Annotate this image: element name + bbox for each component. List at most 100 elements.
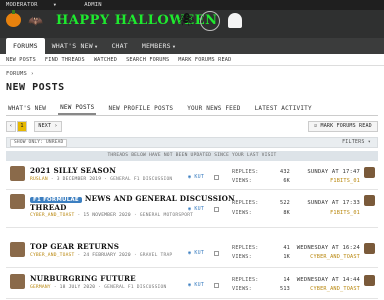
watch-label: KUT [194,206,205,212]
views-label: VIEWS: [232,286,252,292]
subnav-search-forums[interactable]: SEARCH FORUMS [126,57,169,63]
filters-button[interactable]: FILTERS ▾ [342,139,371,145]
watch-icon[interactable]: ◉ KUT [188,250,204,256]
last-post-user[interactable]: F1BITS_01 [330,178,360,184]
subnav-find-threads[interactable]: FIND THREADS [45,57,85,63]
tab-chat-label: CHAT [111,42,128,50]
current-page[interactable]: 1 [17,121,27,132]
thread-title[interactable]: F1 FORMULAE NEWS AND GENERAL DISCUSSION [30,194,235,203]
subnav-new-posts[interactable]: NEW POSTS [6,57,36,63]
views-label: VIEWS: [232,210,252,216]
watch-icon[interactable]: ◉ KUT [188,206,204,212]
ghost-icon [228,13,242,28]
mark-forums-read-button[interactable]: ☑ MARK FORUMS READ [308,121,378,132]
thread-row[interactable]: NURBURGRING FUTURE GERMANY · 18 JULY 202… [6,272,378,299]
select-checkbox[interactable] [214,283,219,288]
tab-latest-activity[interactable]: LATEST ACTIVITY [253,103,314,114]
thread-meta: CYBER_AND_TOAST · 24 FEBRUARY 2020 · GRA… [30,253,173,258]
tab-whats-new[interactable]: WHAT'S NEW ▼ [45,42,105,54]
spider-icon: 🕷 [178,13,195,28]
watch-icon[interactable]: ◉ KUT [188,174,204,180]
thread-date: 3 DECEMBER 2019 [56,177,102,182]
thread-author[interactable]: CYBER_AND_TOAST [30,213,75,218]
thread-title-text[interactable]: NEWS AND GENERAL DISCUSSION [85,194,235,203]
views-count: 1K [283,254,290,260]
tab-forums-label: FORUMS [13,42,38,50]
avatar[interactable] [10,194,25,209]
thread-row[interactable]: TOP GEAR RETURNS CYBER_AND_TOAST · 24 FE… [6,240,378,268]
thread-forum[interactable]: GENERAL MOTORSPORT [140,213,193,218]
filter-chip-unread[interactable]: SHOW ONLY: UNREAD [10,139,68,147]
thread-title[interactable]: NURBURGRING FUTURE [30,274,136,283]
whats-new-tabs: WHAT'S NEW NEW POSTS NEW PROFILE POSTS Y… [6,102,378,116]
tab-new-posts[interactable]: NEW POSTS [58,102,97,115]
next-button[interactable]: NEXT › [34,121,62,132]
pumpkin-icon [6,10,21,27]
thread-forum[interactable]: GENERAL F1 DISCUSSION [104,285,166,290]
select-checkbox[interactable] [214,251,219,256]
admin-link[interactable]: ADMIN [84,2,102,8]
tab-whats-new-label: WHAT'S NEW [51,42,93,50]
last-poster-avatar[interactable] [364,243,375,254]
last-post-date[interactable]: SUNDAY AT 17:33 [307,200,360,206]
moderator-label: MODERATOR [6,2,38,8]
thread-title[interactable]: 2021 SILLY SEASON [30,166,116,175]
views-label: VIEWS: [232,178,252,184]
last-post-date[interactable]: SUNDAY AT 17:47 [307,169,360,175]
thread-author[interactable]: GERMANY [30,285,51,290]
avatar[interactable] [10,274,25,289]
last-post-user[interactable]: CYBER_AND_TOAST [310,286,360,292]
page-jump-button[interactable]: ‹ [6,121,16,132]
last-post-user[interactable]: F1BITS_01 [330,210,360,216]
last-poster-avatar[interactable] [364,195,375,206]
staff-bar: MODERATOR ▼ ADMIN [0,0,384,10]
last-post-date[interactable]: WEDNESDAY AT 16:24 [297,245,360,251]
chevron-down-icon: ▼ [53,2,57,7]
thread-author[interactable]: RUSLAN [30,177,48,182]
thread-title-line2[interactable]: THREAD [30,203,67,212]
select-checkbox[interactable] [214,175,219,180]
replies-label: REPLIES: [232,169,259,175]
thread-row[interactable]: 2021 SILLY SEASON RUSLAN · 3 DECEMBER 20… [6,164,378,190]
watch-label: KUT [194,250,205,256]
tab-new-profile-posts[interactable]: NEW PROFILE POSTS [106,103,175,114]
last-post-date[interactable]: WEDNESDAY AT 14:44 [297,277,360,283]
thread-author[interactable]: CYBER_AND_TOAST [30,253,75,258]
thread-title[interactable]: TOP GEAR RETURNS [30,242,119,251]
tab-members[interactable]: MEMBERS ▼ [135,42,182,54]
thread-forum[interactable]: GENERAL F1 DISCUSSION [110,177,172,182]
thread-row[interactable]: F1 FORMULAE NEWS AND GENERAL DISCUSSION T… [6,192,378,228]
last-post-user[interactable]: CYBER_AND_TOAST [310,254,360,260]
subnav-mark-forums-read[interactable]: MARK FORUMS READ [178,57,231,63]
tab-forums[interactable]: FORUMS [6,38,45,54]
replies-count: 432 [280,169,290,175]
thread-date: 24 FEBRUARY 2020 [83,253,131,258]
breadcrumb[interactable]: FORUMS › [6,71,34,77]
replies-count: 14 [283,277,290,283]
avatar[interactable] [10,242,25,257]
mark-read-label: MARK FORUMS READ [320,123,372,129]
thread-forum[interactable]: GRAVEL TRAP [140,253,173,258]
thread-meta: RUSLAN · 3 DECEMBER 2019 · GENERAL F1 DI… [30,177,173,182]
watch-icon[interactable]: ◉ KUT [188,282,204,288]
replies-count: 41 [283,245,290,251]
sub-nav: NEW POSTS FIND THREADS WATCHED SEARCH FO… [0,54,384,66]
breadcrumb-forums[interactable]: FORUMS [6,71,27,77]
select-checkbox[interactable] [214,207,219,212]
filter-bar: SHOW ONLY: UNREAD FILTERS ▾ [6,137,378,148]
tab-your-news-feed[interactable]: YOUR NEWS FEED [185,103,242,114]
last-poster-avatar[interactable] [364,275,375,286]
bat-icon: 🦇 [28,14,43,28]
tab-whats-new-overview[interactable]: WHAT'S NEW [6,103,48,114]
tab-chat[interactable]: CHAT [104,42,134,54]
page-title: NEW POSTS [6,82,65,93]
thread-meta: CYBER_AND_TOAST · 15 NOVEMBER 2020 · GEN… [30,213,194,218]
avatar[interactable] [10,166,25,181]
views-count: 6K [283,178,290,184]
last-poster-avatar[interactable] [364,167,375,178]
views-count: 8K [283,210,290,216]
moderator-menu[interactable]: MODERATOR ▼ [6,2,70,8]
subnav-watched[interactable]: WATCHED [94,57,117,63]
main-nav: FORUMS WHAT'S NEW ▼ CHAT MEMBERS ▼ [0,38,384,54]
page-controls: ‹ 1 NEXT › ☑ MARK FORUMS READ [6,121,378,133]
